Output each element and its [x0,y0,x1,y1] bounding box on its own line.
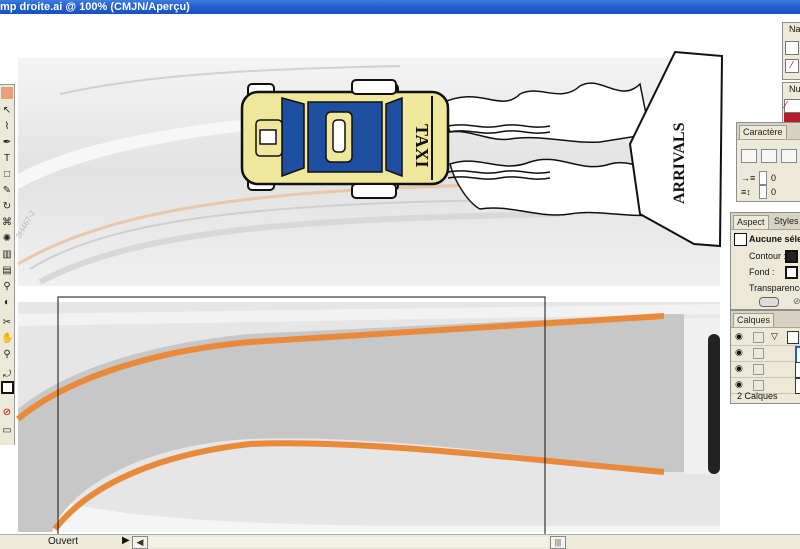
indent-icon: →≡ [741,173,756,183]
eye-icon[interactable]: ◉ [735,347,743,358]
swatch-none[interactable]: ⁄ [784,99,800,113]
tab-calques[interactable]: Calques [733,313,775,327]
swap-colors-icon[interactable]: ⤾ [1,369,13,381]
field-a-value[interactable]: 0 [771,173,776,183]
document-canvas[interactable]: 3H467-2 ARRIVALS TAXI [0,14,800,534]
pencil-tool-icon[interactable]: ✎ [1,185,13,197]
layers-tab-header: Calques [731,311,800,328]
layer-thumbnail [795,362,800,378]
taxi-label: TAXI [412,124,432,168]
appearance-tab-header: Aspect Styles g [731,213,800,230]
rectangle-tool-icon[interactable]: □ [1,169,13,181]
layer-row[interactable]: ◉ ▽ [731,329,800,346]
zoom-tool-icon[interactable]: ⚲ [1,349,13,361]
spinner-b[interactable] [759,185,767,199]
tools-panel[interactable]: ↖ ⌇ ✒ T □ ✎ ↻ ⌘ ✺ ▥ ▤ ⚲ ◐ ✂ ✋ ⚲ ⤾ ⊘ ▭ [0,84,15,445]
toolbox-header-icon [1,87,13,99]
character-tab-header: Caractère [737,123,800,140]
expand-triangle-icon[interactable]: ▽ [771,331,778,342]
screen-mode-icon[interactable]: ▭ [1,425,13,437]
layer-row[interactable]: ◉ [731,361,800,378]
tab-caractere[interactable]: Caractère [739,125,787,139]
title-bar: mp droite.ai @ 100% (CMJN/Aperçu) [0,0,800,14]
fond-swatch[interactable] [785,266,798,279]
blend-tool-icon[interactable]: ◐ [1,297,13,309]
fill-square-icon[interactable] [785,41,799,55]
swatches-panel-top[interactable]: Na ⁄ [782,22,800,80]
eye-icon[interactable]: ◉ [735,331,743,342]
eyedropper-tool-icon[interactable]: ⚲ [1,281,13,293]
layer-row[interactable]: ◉ [731,345,800,364]
align-center-icon[interactable] [761,149,777,163]
lock-slot[interactable] [753,348,764,359]
hand-tool-icon[interactable]: ✋ [1,333,13,345]
fond-label: Fond : [749,267,775,277]
taxi-illustration: TAXI [240,79,450,199]
selection-tool-icon[interactable]: ↖ [1,105,13,117]
artboard[interactable]: 3H467-2 ARRIVALS TAXI [0,14,800,534]
contour-swatch[interactable] [785,250,798,263]
appearance-panel[interactable]: Aspect Styles g Aucune séle Contour : Fo… [730,212,800,310]
transparence-label: Transparence [749,283,800,293]
rotate-tool-icon[interactable]: ↻ [1,201,13,213]
selection-label: Aucune séle [749,234,800,244]
eye-icon[interactable]: ◉ [735,379,743,390]
layers-panel[interactable]: Calques ◉ ▽ ◉ ◉ ◉ 2 Calques [730,310,800,404]
graph-tool-icon[interactable]: ▥ [1,249,13,261]
clear-appearance-icon[interactable]: ⊘ [793,296,800,307]
scroll-left-button[interactable]: ◀ [132,536,148,549]
eye-icon[interactable]: ◉ [735,363,743,374]
type-tool-icon[interactable]: T [1,153,13,165]
layer-thumbnail [787,331,799,344]
pen-tool-icon[interactable]: ✒ [1,137,13,149]
lock-slot[interactable] [753,332,764,343]
scrollbar-thumb[interactable]: ||| [550,536,566,549]
align-left-icon[interactable] [741,149,757,163]
lock-slot[interactable] [753,364,764,375]
align-right-icon[interactable] [781,149,797,163]
spinner-a[interactable] [759,171,767,185]
layers-count: 2 Calques [737,391,778,401]
space-icon: ≡↕ [741,187,751,197]
selection-thumbnail-icon [734,233,747,246]
none-swatch-icon[interactable]: ⁄ [785,59,799,73]
status-bar: Ouvert ▶ ◀ ||| [0,534,800,549]
gradient-tool-icon[interactable]: ▤ [1,265,13,277]
appearance-options-icon[interactable] [759,297,779,307]
tab-styles[interactable]: Styles g [771,215,800,228]
lock-slot[interactable] [753,380,764,391]
character-panel[interactable]: Caractère →≡ 0 ≡↕ 0 [736,122,800,202]
arrivals-text: ARRIVALS [671,122,688,204]
symbol-sprayer-icon[interactable]: ✺ [1,233,13,245]
tab-aspect[interactable]: Aspect [733,215,769,229]
none-color-icon[interactable]: ⊘ [1,407,13,419]
status-menu-arrow-icon[interactable]: ▶ [122,535,130,546]
horizontal-scrollbar-track[interactable] [148,537,548,547]
stroke-color-swatch[interactable] [1,381,14,394]
window-title: mp droite.ai @ 100% (CMJN/Aperçu) [0,1,190,13]
lasso-tool-icon[interactable]: ⌇ [1,121,13,133]
layer-thumbnail [795,378,800,394]
warp-tool-icon[interactable]: ⌘ [1,217,13,229]
panel-top-label-b: Nu [789,84,800,94]
status-text[interactable]: Ouvert [48,536,78,547]
scissors-tool-icon[interactable]: ✂ [1,317,13,329]
field-b-value[interactable]: 0 [771,187,776,197]
contour-label: Contour : [749,251,787,261]
panel-top-label-a: Na [789,24,800,34]
